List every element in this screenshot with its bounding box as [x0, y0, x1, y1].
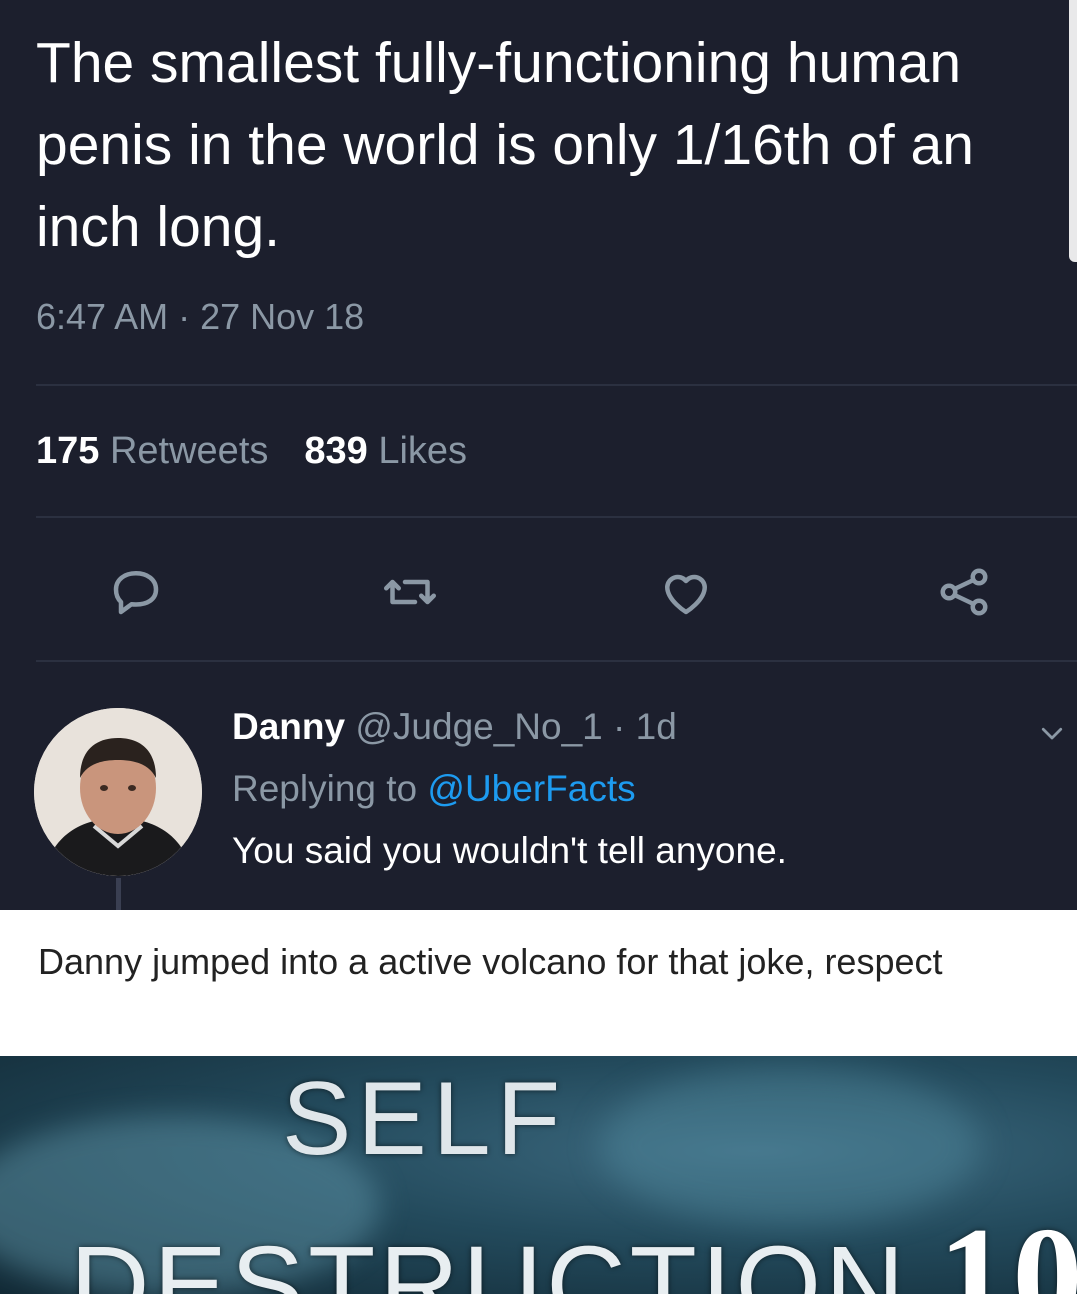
reply-tweet[interactable]: Danny @Judge_No_1 · 1d Replying to @Uber…: [0, 680, 1077, 910]
meme-word-destruction: DESTRUCTION: [70, 1224, 909, 1294]
retweets-label: Retweets: [109, 430, 269, 472]
caption-panel: Danny jumped into a active volcano for t…: [0, 910, 1077, 1056]
scrollbar[interactable]: [1069, 0, 1077, 262]
avatar[interactable]: [34, 708, 202, 876]
likes-count: 839: [304, 430, 368, 472]
likes-stat[interactable]: 839 Likes: [304, 430, 467, 472]
meme-image: SELF DESTRUCTION 100: [0, 1056, 1077, 1294]
tweet-panel: The smallest fully-functioning human pen…: [0, 0, 1077, 910]
meme-line-self: SELF: [282, 1061, 567, 1177]
reply-text: You said you wouldn't tell anyone.: [232, 830, 787, 871]
caption-text: Danny jumped into a active volcano for t…: [38, 941, 943, 982]
replying-to-link[interactable]: @UberFacts: [427, 768, 635, 809]
reply-author-name[interactable]: Danny: [232, 706, 345, 747]
retweets-stat[interactable]: 175 Retweets: [36, 430, 268, 472]
tweet-timestamp[interactable]: 6:47 AM · 27 Nov 18: [36, 296, 364, 338]
reply-age: · 1d: [613, 706, 677, 747]
meme-line-destruction: DESTRUCTION 100: [70, 1196, 1077, 1294]
tweet-text: The smallest fully-functioning human pen…: [36, 31, 974, 259]
chevron-down-icon[interactable]: [1037, 718, 1067, 748]
divider: [36, 516, 1077, 518]
share-icon[interactable]: [934, 562, 994, 622]
thread-line: [116, 878, 121, 910]
divider: [36, 660, 1077, 662]
reply-icon[interactable]: [106, 562, 166, 622]
meme-level: 100: [938, 1199, 1077, 1294]
reply-author-handle[interactable]: @Judge_No_1: [355, 706, 602, 747]
tweet-stats: 175 Retweets 839 Likes: [36, 430, 467, 473]
reply-body: Danny @Judge_No_1 · 1d Replying to @Uber…: [232, 696, 787, 882]
heart-icon[interactable]: [656, 562, 716, 622]
retweet-icon[interactable]: [380, 562, 440, 622]
likes-label: Likes: [378, 430, 468, 472]
retweets-count: 175: [36, 430, 100, 472]
divider: [36, 384, 1077, 386]
replying-prefix: Replying to: [232, 768, 418, 809]
